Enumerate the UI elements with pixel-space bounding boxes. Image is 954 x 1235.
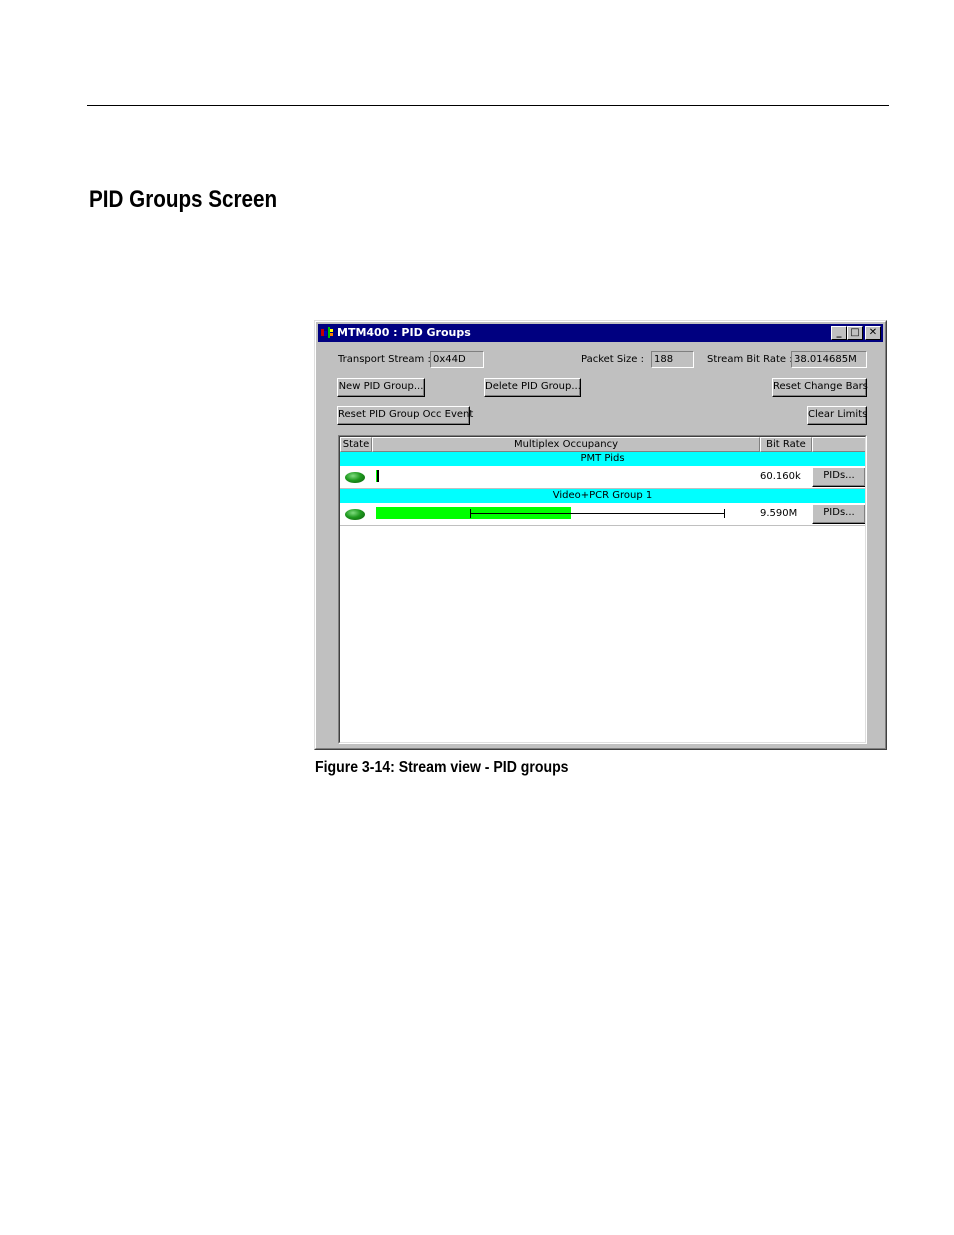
clear-limits-button[interactable]: Clear Limits [807,406,867,425]
packet-size-label: Packet Size : [581,354,644,365]
pid-groups-list[interactable]: State Multiplex Occupancy Bit Rate PMT P… [338,435,867,744]
occupancy-max-marker [724,509,725,518]
pids-button[interactable]: PIDs... [812,467,865,487]
group-header-pmt-pids[interactable]: PMT Pids [340,452,865,466]
packet-size-field: 188 [651,351,694,368]
stream-bit-rate-field: 38.014685M [791,351,867,368]
group-row-video-pcr-group-1[interactable]: 9.590M PIDs... [340,503,865,526]
occupancy-track [376,469,724,484]
close-icon: ✕ [868,327,878,338]
reset-change-bars-button[interactable]: Reset Change Bars [772,378,868,397]
pid-groups-window: MTM400 : PID Groups _ □ ✕ Transport Stre… [314,320,887,750]
state-led-icon [345,472,365,483]
column-header-multiplex-occupancy[interactable]: Multiplex Occupancy [372,437,760,452]
pids-button[interactable]: PIDs... [812,504,865,524]
bit-rate-value: 9.590M [760,508,798,519]
group-header-video-pcr-group-1[interactable]: Video+PCR Group 1 [340,489,865,503]
maximize-button[interactable]: □ [847,326,863,340]
mtm400-app-icon [321,327,333,338]
occupancy-fill [376,470,379,482]
title-bar[interactable]: MTM400 : PID Groups _ □ ✕ [318,324,883,342]
bit-rate-value: 60.160k [760,471,801,482]
occupancy-track [376,506,725,521]
close-button[interactable]: ✕ [865,326,881,340]
window-title: MTM400 : PID Groups [337,326,471,339]
occupancy-range-line [470,513,724,514]
minimize-button[interactable]: _ [831,326,847,340]
figure-caption: Figure 3-14: Stream view - PID groups [315,759,569,776]
section-heading: PID Groups Screen [89,186,278,213]
delete-pid-group-button[interactable]: Delete PID Group... [484,378,581,397]
reset-pid-group-occ-event-button[interactable]: Reset PID Group Occ Event [337,406,473,425]
state-led-icon [345,509,365,520]
stream-bit-rate-label: Stream Bit Rate : [707,354,793,365]
column-header-bit-rate[interactable]: Bit Rate [760,437,812,452]
transport-stream-label: Transport Stream : [338,354,431,365]
column-header-actions [812,437,865,452]
minimize-icon: _ [836,327,842,338]
transport-stream-field: 0x44D [430,351,484,368]
column-header-state[interactable]: State [340,437,372,452]
group-row-pmt-pids[interactable]: 60.160k PIDs... [340,466,865,489]
new-pid-group-button[interactable]: New PID Group... [337,378,425,397]
occupancy-min-marker [470,509,471,518]
maximize-icon: □ [850,327,860,338]
page-header-rule [87,105,889,106]
